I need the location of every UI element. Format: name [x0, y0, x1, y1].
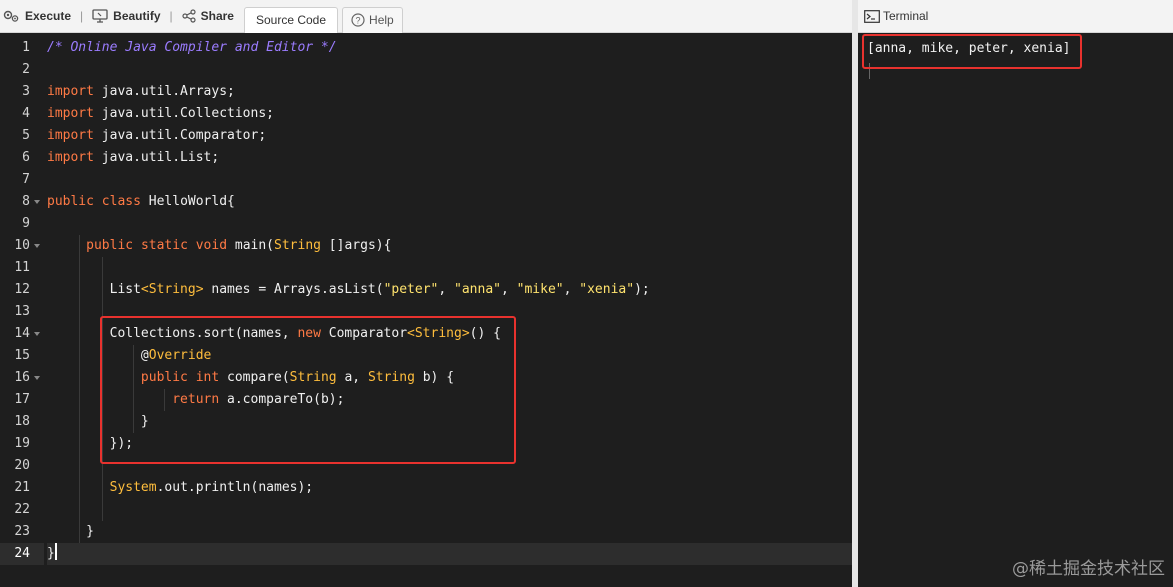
- execute-label: Execute: [25, 9, 72, 23]
- line-number: 4: [22, 106, 30, 121]
- line-number: 13: [14, 304, 30, 319]
- monitor-icon: [92, 9, 108, 23]
- highlight-box-terminal-output: [862, 34, 1082, 69]
- code-line[interactable]: import java.util.Collections;: [47, 103, 852, 125]
- source-code-tab-label: Source Code: [255, 13, 327, 27]
- line-number[interactable]: 14: [0, 323, 44, 345]
- tab-source-code[interactable]: Source Code: [243, 6, 339, 33]
- line-number[interactable]: 16: [0, 367, 44, 389]
- terminal-header: Terminal: [858, 0, 1173, 33]
- line-number: 22: [14, 502, 30, 517]
- line-number: 1: [22, 40, 30, 55]
- code-line[interactable]: public class HelloWorld{: [47, 191, 852, 213]
- line-number: 5: [22, 128, 30, 143]
- indent-guide: [79, 323, 80, 345]
- question-circle-icon: ?: [351, 13, 365, 27]
- indent-guide: [79, 521, 80, 543]
- indent-guide: [79, 279, 80, 301]
- code-line[interactable]: public static void main(String []args){: [47, 235, 852, 257]
- code-line[interactable]: import java.util.Comparator;: [47, 125, 852, 147]
- svg-text:?: ?: [356, 16, 361, 26]
- code-line[interactable]: [47, 499, 852, 521]
- code-area[interactable]: /* Online Java Compiler and Editor */ imp…: [47, 37, 852, 565]
- beautify-label: Beautify: [113, 9, 161, 23]
- indent-guide: [102, 257, 103, 279]
- code-editor[interactable]: 1 2 3 4 5 6 7 8 9 10 11 12 13 14 15 16 17 18 19 20 21 22 23 24 …: [0, 34, 852, 587]
- editor-toolbar: Execute | Beautify | Share Source Code ?…: [0, 0, 852, 33]
- highlight-box-sort-block: [100, 316, 516, 464]
- execute-button[interactable]: Execute: [0, 0, 75, 33]
- indent-guide: [79, 345, 80, 367]
- line-number: 6: [22, 150, 30, 165]
- code-line[interactable]: [47, 213, 852, 235]
- line-number: 20: [14, 458, 30, 473]
- line-number: 9: [22, 216, 30, 231]
- indent-guide: [79, 367, 80, 389]
- toolbar-separator: |: [80, 9, 84, 23]
- code-line[interactable]: List<String> names = Arrays.asList("pete…: [47, 279, 852, 301]
- terminal-icon: [864, 9, 880, 23]
- line-number: 19: [14, 436, 30, 451]
- code-line[interactable]: /* Online Java Compiler and Editor */: [47, 37, 852, 59]
- indent-guide: [102, 279, 103, 301]
- share-label: Share: [200, 9, 234, 23]
- beautify-button[interactable]: Beautify: [88, 0, 164, 33]
- line-number: 21: [14, 480, 30, 495]
- indent-guide: [79, 235, 80, 257]
- gears-icon: [3, 10, 19, 22]
- code-line[interactable]: [47, 169, 852, 191]
- indent-guide: [79, 455, 80, 477]
- line-number: 18: [14, 414, 30, 429]
- code-line[interactable]: [47, 59, 852, 81]
- line-number: 7: [22, 172, 30, 187]
- indent-guide: [79, 411, 80, 433]
- indent-guide: [79, 433, 80, 455]
- help-label: Help: [369, 13, 394, 27]
- code-line[interactable]: import java.util.List;: [47, 147, 852, 169]
- indent-guide: [102, 499, 103, 521]
- code-line[interactable]: }: [47, 521, 852, 543]
- line-number: 17: [14, 392, 30, 407]
- line-number: 12: [14, 282, 30, 297]
- line-number: 15: [14, 348, 30, 363]
- code-line[interactable]: System.out.println(names);: [47, 477, 852, 499]
- indent-guide: [79, 301, 80, 323]
- indent-guide: [79, 389, 80, 411]
- help-button[interactable]: ? Help: [342, 6, 403, 33]
- share-button[interactable]: Share: [178, 0, 238, 33]
- line-number: 24: [0, 543, 44, 565]
- indent-guide: [79, 499, 80, 521]
- line-number[interactable]: 8: [0, 191, 44, 213]
- indent-guide: [102, 477, 103, 499]
- code-line[interactable]: [47, 257, 852, 279]
- code-line[interactable]: }: [47, 543, 852, 565]
- line-number-gutter: 1 2 3 4 5 6 7 8 9 10 11 12 13 14 15 16 17 18 19 20 21 22 23 24: [0, 37, 44, 565]
- line-number: 11: [14, 260, 30, 275]
- code-line[interactable]: import java.util.Arrays;: [47, 81, 852, 103]
- indent-guide: [79, 257, 80, 279]
- line-number[interactable]: 10: [0, 235, 44, 257]
- watermark: @稀土掘金技术社区: [1012, 559, 1165, 579]
- line-number: 3: [22, 84, 30, 99]
- line-number: 23: [14, 524, 30, 539]
- line-number: 2: [22, 62, 30, 77]
- toolbar-separator: |: [169, 9, 173, 23]
- terminal-output-pane[interactable]: [anna, mike, peter, xenia]: [858, 34, 1173, 587]
- share-icon: [182, 9, 196, 23]
- terminal-title: Terminal: [883, 9, 929, 23]
- indent-guide: [79, 477, 80, 499]
